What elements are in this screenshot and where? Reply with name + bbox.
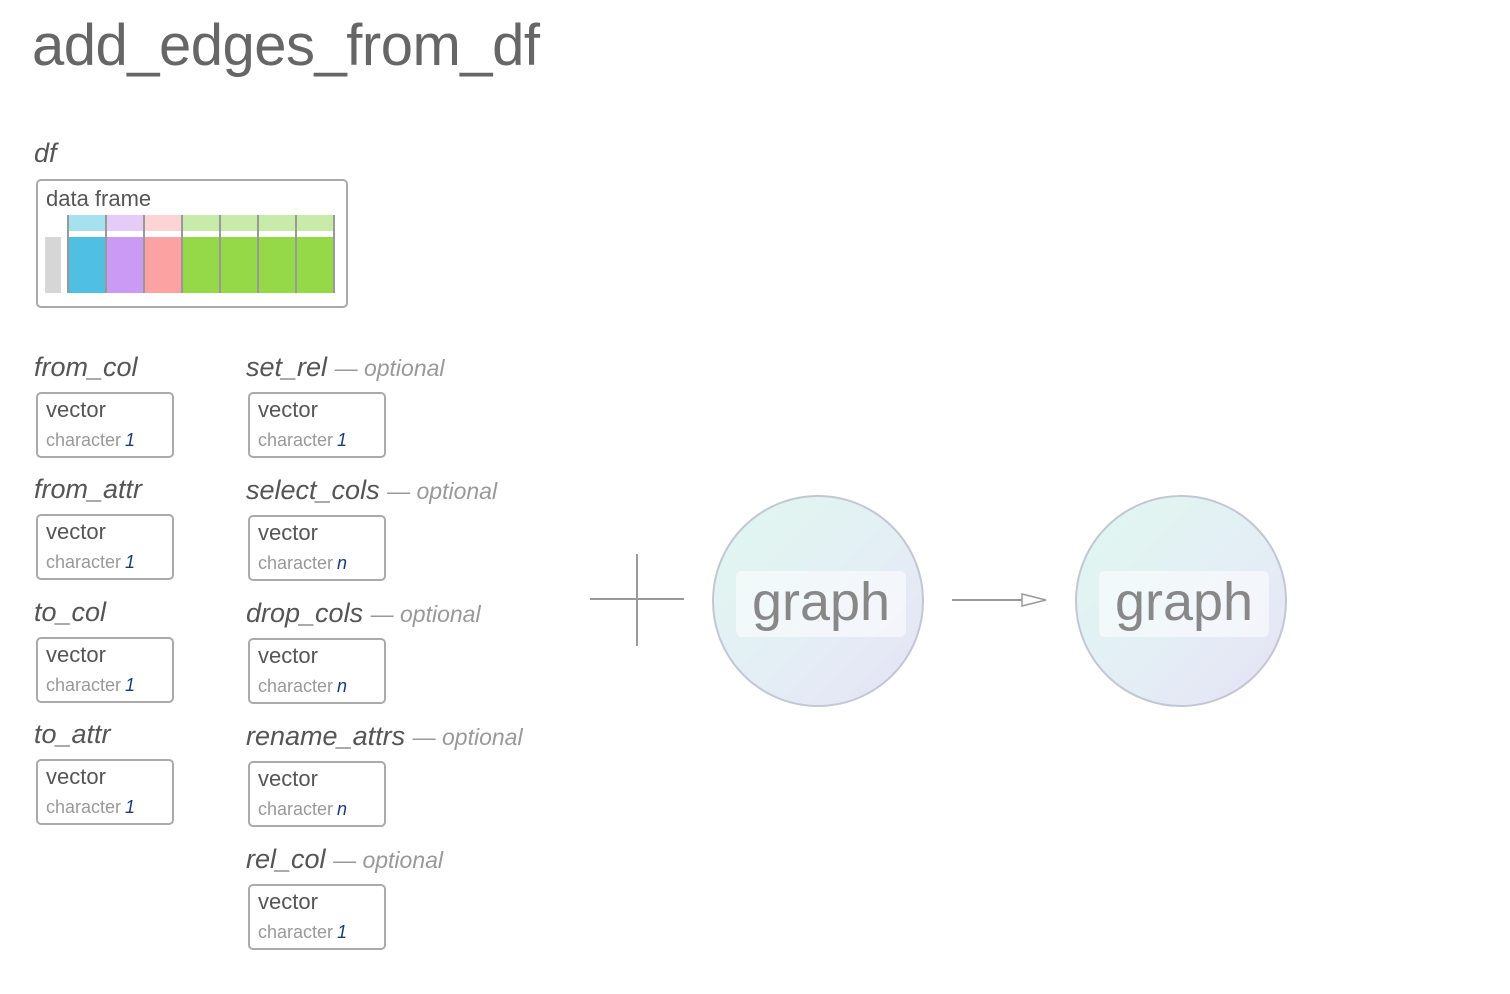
connectors bbox=[590, 554, 1047, 646]
input-graph-node: graph bbox=[712, 495, 924, 707]
graph-label: graph bbox=[1099, 571, 1269, 637]
graph-label: graph bbox=[736, 571, 906, 637]
arrow-head-icon bbox=[1021, 593, 1047, 607]
output-graph-node: graph bbox=[1075, 495, 1287, 707]
